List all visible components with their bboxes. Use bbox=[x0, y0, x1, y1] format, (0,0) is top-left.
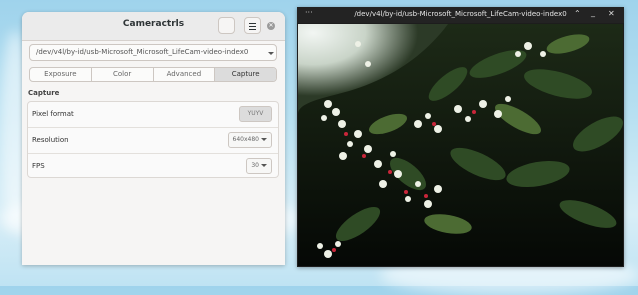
headerbar: Cameractrls ✕ bbox=[22, 12, 285, 41]
menu-icon bbox=[249, 29, 256, 30]
cameractrls-window: Cameractrls ✕ /dev/v4l/by-id/usb-Microso… bbox=[22, 12, 285, 265]
tab-color[interactable]: Color bbox=[92, 68, 154, 81]
tab-bar: Exposure Color Advanced Capture bbox=[29, 67, 277, 82]
menu-icon bbox=[249, 23, 256, 24]
chevron-down-icon bbox=[268, 52, 274, 55]
menu-button[interactable] bbox=[244, 17, 261, 34]
chevron-down-icon bbox=[261, 138, 267, 141]
headerbar-button[interactable] bbox=[218, 17, 235, 34]
chevron-down-icon bbox=[261, 164, 267, 167]
resolution-select[interactable]: 640x480 bbox=[227, 132, 272, 148]
tab-exposure[interactable]: Exposure bbox=[30, 68, 92, 81]
close-icon[interactable]: ✕ bbox=[608, 9, 615, 18]
minimize-icon[interactable]: ⌃ bbox=[574, 9, 581, 18]
camera-feed bbox=[298, 24, 623, 266]
camera-feed-image bbox=[298, 24, 623, 266]
menu-icon bbox=[249, 26, 256, 27]
fps-select[interactable]: 30 bbox=[246, 158, 272, 174]
resolution-value: 640x480 bbox=[232, 136, 259, 143]
fps-value: 30 bbox=[251, 162, 259, 169]
pixel-format-select[interactable]: YUYV bbox=[239, 106, 272, 122]
device-path: /dev/v4l/by-id/usb-Microsoft_Microsoft_L… bbox=[36, 48, 249, 56]
tab-capture[interactable]: Capture bbox=[215, 68, 276, 81]
section-title: Capture bbox=[28, 89, 60, 97]
capture-settings-panel: Pixel format YUYV Resolution 640x480 FPS… bbox=[27, 101, 279, 178]
pixel-format-label: Pixel format bbox=[32, 110, 74, 118]
device-dropdown[interactable]: /dev/v4l/by-id/usb-Microsoft_Microsoft_L… bbox=[29, 44, 277, 61]
video-titlebar: ··· /dev/v4l/by-id/usb-Microsoft_Microso… bbox=[297, 7, 624, 23]
video-preview-window: ··· /dev/v4l/by-id/usb-Microsoft_Microso… bbox=[297, 7, 624, 267]
pixel-format-row: Pixel format YUYV bbox=[28, 102, 278, 128]
fps-label: FPS bbox=[32, 162, 45, 170]
resolution-row: Resolution 640x480 bbox=[28, 128, 278, 154]
close-icon[interactable]: ✕ bbox=[267, 22, 275, 30]
minimize-icon[interactable]: _ bbox=[591, 8, 595, 17]
tab-advanced[interactable]: Advanced bbox=[154, 68, 216, 81]
fps-row: FPS 30 bbox=[28, 154, 278, 179]
resolution-label: Resolution bbox=[32, 136, 69, 144]
